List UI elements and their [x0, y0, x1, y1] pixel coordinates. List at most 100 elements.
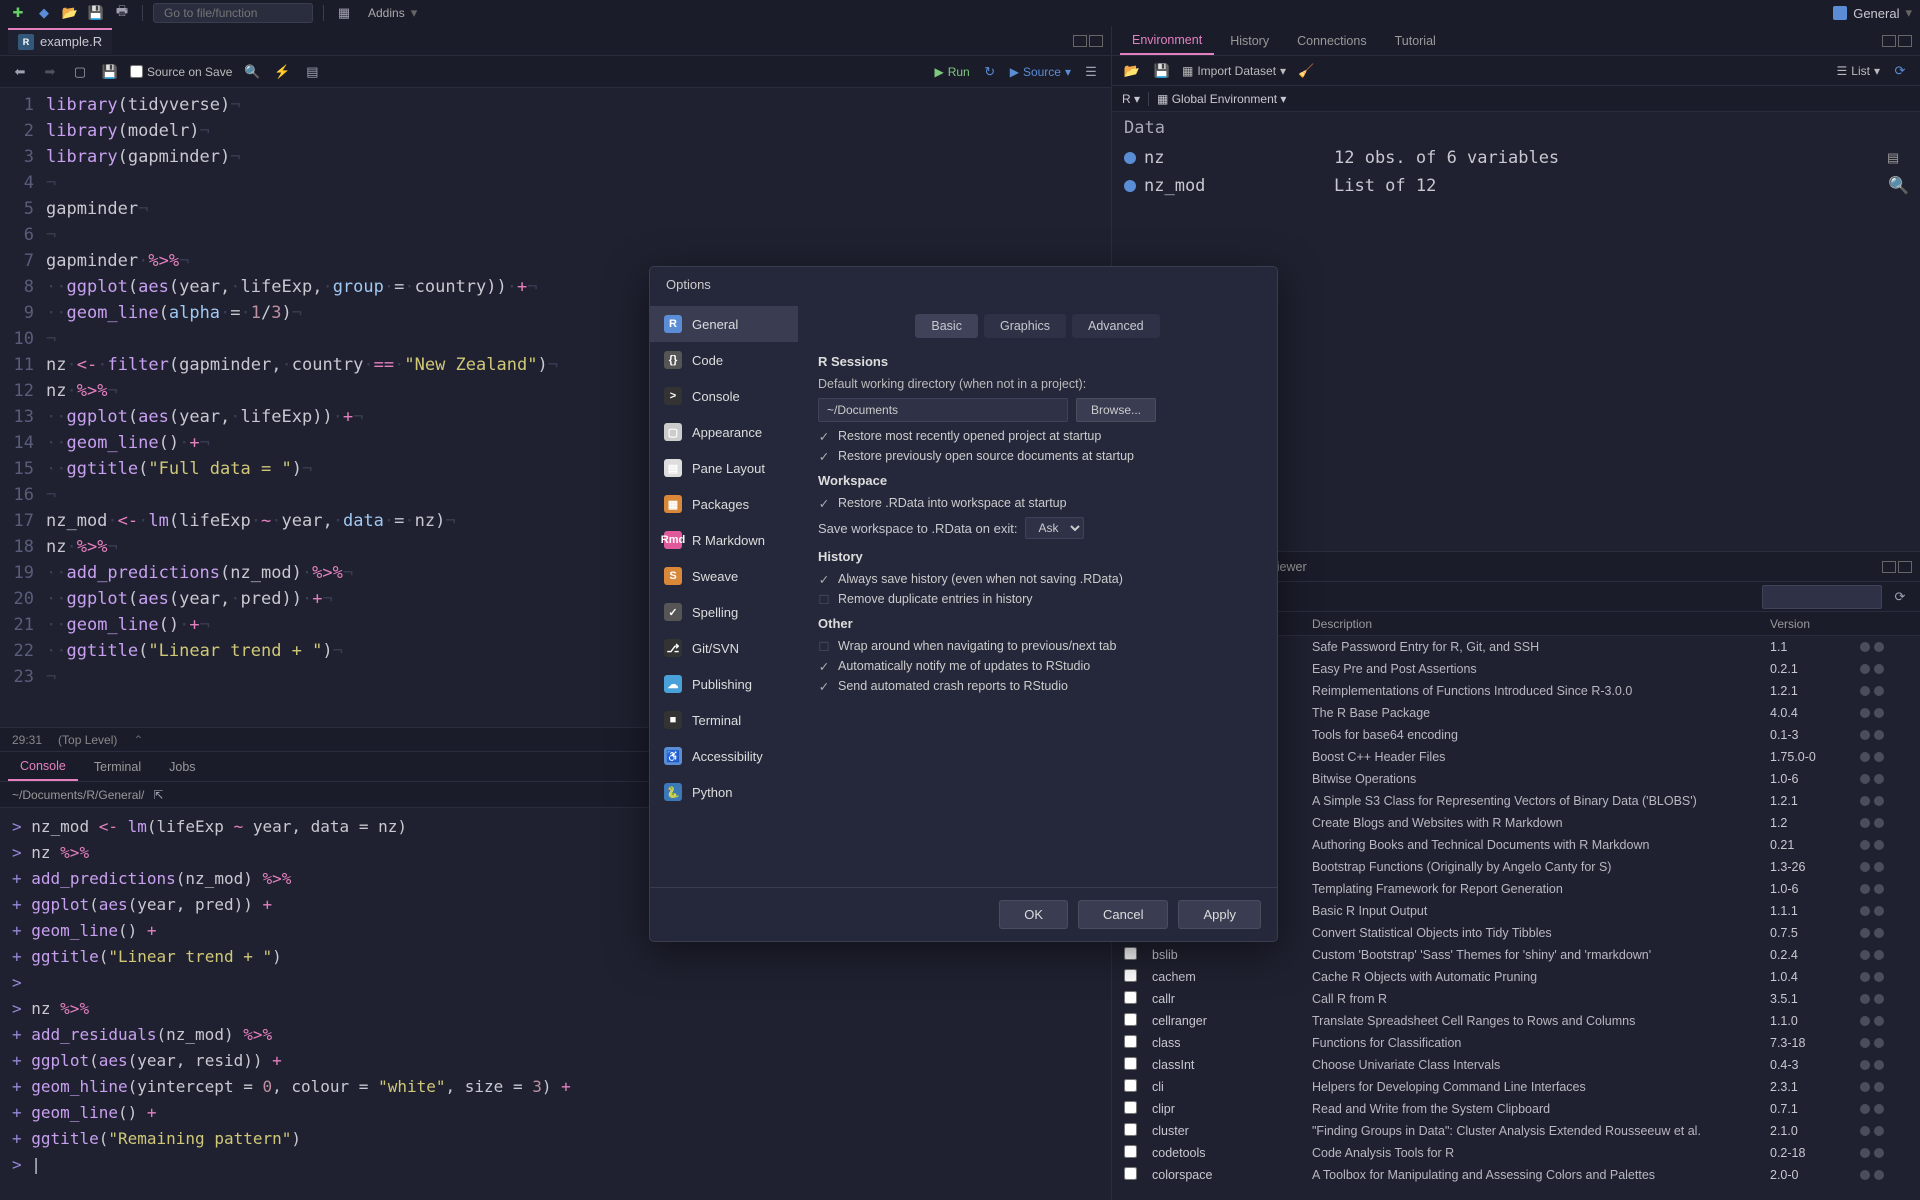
remove-icon[interactable] — [1874, 1170, 1884, 1180]
web-icon[interactable] — [1860, 1148, 1870, 1158]
view-mode[interactable]: ☰ List ▾ — [1837, 64, 1880, 78]
find-icon[interactable]: 🔍 — [242, 62, 262, 82]
pkg-row[interactable]: codetoolsCode Analysis Tools for R0.2-18 — [1112, 1142, 1920, 1164]
chk-dup-history[interactable]: ☐Remove duplicate entries in history — [818, 592, 1257, 606]
minimize-pane-icon[interactable] — [1882, 35, 1896, 47]
remove-icon[interactable] — [1874, 840, 1884, 850]
pkg-row[interactable]: classFunctions for Classification7.3-18 — [1112, 1032, 1920, 1054]
nav-git-svn[interactable]: ⎇Git/SVN — [650, 630, 798, 666]
pkg-checkbox[interactable] — [1124, 947, 1137, 960]
outline-icon[interactable]: ☰ — [1081, 62, 1101, 82]
pkg-checkbox[interactable] — [1124, 1035, 1137, 1048]
new-project-icon[interactable]: ◆ — [34, 3, 54, 23]
nav-packages[interactable]: ▦Packages — [650, 486, 798, 522]
web-icon[interactable] — [1860, 972, 1870, 982]
remove-icon[interactable] — [1874, 972, 1884, 982]
chk-save-history[interactable]: ✓Always save history (even when not savi… — [818, 572, 1257, 586]
pkg-row[interactable]: cluster"Finding Groups in Data": Cluster… — [1112, 1120, 1920, 1142]
pkg-checkbox[interactable] — [1124, 969, 1137, 982]
print-icon[interactable]: 🖶 — [112, 3, 132, 23]
code-scope[interactable]: (Top Level) — [58, 733, 117, 747]
web-icon[interactable] — [1860, 928, 1870, 938]
maximize-pane-icon[interactable] — [1898, 561, 1912, 573]
web-icon[interactable] — [1860, 906, 1870, 916]
pkg-checkbox[interactable] — [1124, 1167, 1137, 1180]
remove-icon[interactable] — [1874, 1016, 1884, 1026]
browse-button[interactable]: Browse... — [1076, 398, 1156, 422]
web-icon[interactable] — [1860, 1170, 1870, 1180]
web-icon[interactable] — [1860, 1038, 1870, 1048]
remove-icon[interactable] — [1874, 708, 1884, 718]
grid-icon[interactable]: ▦ — [334, 3, 354, 23]
search-icon[interactable]: 🔍 — [1888, 176, 1908, 196]
expand-icon[interactable] — [1124, 180, 1136, 192]
pkg-checkbox[interactable] — [1124, 1057, 1137, 1070]
web-icon[interactable] — [1860, 994, 1870, 1004]
pkg-checkbox[interactable] — [1124, 991, 1137, 1004]
run-button[interactable]: ▶ Run — [934, 65, 969, 79]
remove-icon[interactable] — [1874, 642, 1884, 652]
web-icon[interactable] — [1860, 884, 1870, 894]
web-icon[interactable] — [1860, 708, 1870, 718]
web-icon[interactable] — [1860, 862, 1870, 872]
web-icon[interactable] — [1860, 1082, 1870, 1092]
web-icon[interactable] — [1860, 1104, 1870, 1114]
pkg-row[interactable]: cellrangerTranslate Spreadsheet Cell Ran… — [1112, 1010, 1920, 1032]
console-path[interactable]: ~/Documents/R/General/ — [12, 788, 144, 802]
nav-accessibility[interactable]: ♿Accessibility — [650, 738, 798, 774]
wand-icon[interactable]: ⚡ — [272, 62, 292, 82]
source-on-save-checkbox[interactable]: Source on Save — [130, 65, 232, 79]
chk-wrap[interactable]: ☐Wrap around when navigating to previous… — [818, 639, 1257, 653]
minimize-pane-icon[interactable] — [1882, 561, 1896, 573]
save-ws-select[interactable]: Ask — [1025, 517, 1084, 539]
remove-icon[interactable] — [1874, 1060, 1884, 1070]
save-icon[interactable]: 💾 — [86, 3, 106, 23]
tab-history[interactable]: History — [1218, 28, 1281, 54]
minimize-pane-icon[interactable] — [1073, 35, 1087, 47]
nav-appearance[interactable]: ▢Appearance — [650, 414, 798, 450]
pkg-checkbox[interactable] — [1124, 1101, 1137, 1114]
web-icon[interactable] — [1860, 950, 1870, 960]
maximize-pane-icon[interactable] — [1089, 35, 1103, 47]
nav-publishing[interactable]: ☁Publishing — [650, 666, 798, 702]
cancel-button[interactable]: Cancel — [1078, 900, 1168, 929]
web-icon[interactable] — [1860, 818, 1870, 828]
back-icon[interactable]: ⬅ — [10, 62, 30, 82]
pkg-row[interactable]: bslibCustom 'Bootstrap' 'Sass' Themes fo… — [1112, 944, 1920, 966]
nav-general[interactable]: RGeneral — [650, 306, 798, 342]
remove-icon[interactable] — [1874, 774, 1884, 784]
web-icon[interactable] — [1860, 686, 1870, 696]
nav-r-markdown[interactable]: RmdR Markdown — [650, 522, 798, 558]
expand-icon[interactable] — [1124, 152, 1136, 164]
web-icon[interactable] — [1860, 1060, 1870, 1070]
subtab-basic[interactable]: Basic — [915, 314, 978, 338]
import-dataset-button[interactable]: ▦ Import Dataset ▾ — [1182, 64, 1286, 78]
addins-dropdown[interactable]: Addins — [368, 6, 405, 20]
pkg-row[interactable]: colorspaceA Toolbox for Manipulating and… — [1112, 1164, 1920, 1186]
chk-restore-rdata[interactable]: ✓Restore .RData into workspace at startu… — [818, 496, 1257, 510]
open-file-icon[interactable]: 📂 — [60, 3, 80, 23]
pkg-checkbox[interactable] — [1124, 1079, 1137, 1092]
tab-environment[interactable]: Environment — [1120, 27, 1214, 55]
pkg-row[interactable]: cachemCache R Objects with Automatic Pru… — [1112, 966, 1920, 988]
file-tab[interactable]: R example.R — [8, 28, 112, 54]
tab-jobs[interactable]: Jobs — [157, 754, 207, 780]
remove-icon[interactable] — [1874, 818, 1884, 828]
nav-pane-layout[interactable]: ▤Pane Layout — [650, 450, 798, 486]
refresh-pkg-icon[interactable]: ⟳ — [1890, 587, 1910, 607]
forward-icon[interactable]: ➡ — [40, 62, 60, 82]
web-icon[interactable] — [1860, 664, 1870, 674]
remove-icon[interactable] — [1874, 862, 1884, 872]
web-icon[interactable] — [1860, 752, 1870, 762]
notebook-icon[interactable]: ▤ — [302, 62, 322, 82]
save-file-icon[interactable]: 💾 — [100, 62, 120, 82]
source-button[interactable]: ▶ Source ▾ — [1010, 65, 1071, 79]
r-scope[interactable]: R ▾ — [1122, 92, 1140, 106]
remove-icon[interactable] — [1874, 1126, 1884, 1136]
pkg-row[interactable]: classIntChoose Univariate Class Interval… — [1112, 1054, 1920, 1076]
remove-icon[interactable] — [1874, 752, 1884, 762]
show-new-window-icon[interactable]: ▢ — [70, 62, 90, 82]
remove-icon[interactable] — [1874, 664, 1884, 674]
web-icon[interactable] — [1860, 840, 1870, 850]
nav-console[interactable]: >Console — [650, 378, 798, 414]
